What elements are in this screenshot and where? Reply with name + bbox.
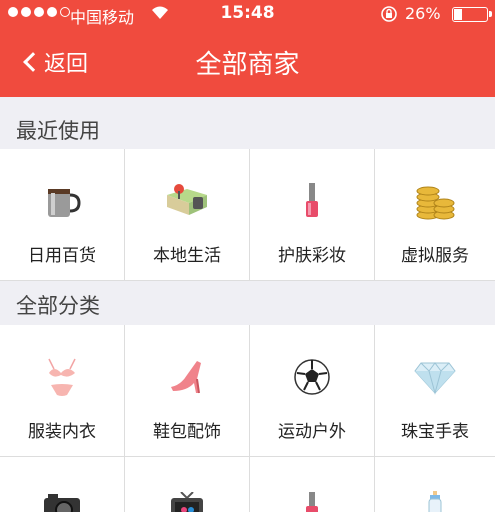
rotation-lock-icon xyxy=(380,5,398,27)
category-item-baby[interactable] xyxy=(375,457,495,512)
section-label-all: 全部分类 xyxy=(16,294,100,318)
tv-icon xyxy=(125,485,249,512)
category-label: 鞋包配饰 xyxy=(153,422,221,442)
high-heel-icon xyxy=(125,355,249,399)
category-item-jewelry-watches[interactable]: 珠宝手表 xyxy=(375,325,495,457)
category-item-sports-outdoor[interactable]: 运动户外 xyxy=(250,325,375,457)
camera-icon xyxy=(0,485,124,512)
coins-icon xyxy=(375,179,495,223)
category-item-tv[interactable] xyxy=(125,457,250,512)
category-label: 运动户外 xyxy=(278,422,346,442)
page-title: 全部商家 xyxy=(195,50,300,80)
category-item-skincare[interactable]: 护肤彩妆 xyxy=(250,149,375,281)
category-item-cosmetics[interactable] xyxy=(250,457,375,512)
category-item-virtual-services[interactable]: 虚拟服务 xyxy=(375,149,495,281)
lingerie-icon xyxy=(0,355,124,399)
category-item-daily-goods[interactable]: 日用百货 xyxy=(0,149,125,281)
mug-icon xyxy=(0,179,124,223)
section-label-recent: 最近使用 xyxy=(16,119,100,143)
nail-polish-icon xyxy=(250,179,374,223)
all-categories-grid: 服装内衣 鞋包配饰 运动户外 珠宝手表 xyxy=(0,325,495,512)
battery-percent: 26% xyxy=(405,4,441,23)
category-label: 服装内衣 xyxy=(28,422,96,442)
status-bar: 中国移动 15:48 26% xyxy=(0,0,495,28)
nail-polish-icon xyxy=(250,485,374,512)
category-item-clothing[interactable]: 服装内衣 xyxy=(0,325,125,457)
soccer-ball-icon xyxy=(250,355,374,399)
battery-icon xyxy=(452,7,492,22)
category-item-camera[interactable] xyxy=(0,457,125,512)
category-label: 珠宝手表 xyxy=(401,422,469,442)
category-label: 本地生活 xyxy=(153,246,221,266)
category-item-local-life[interactable]: 本地生活 xyxy=(125,149,250,281)
category-label: 护肤彩妆 xyxy=(278,246,346,266)
diamond-icon xyxy=(375,355,495,399)
category-item-shoes-bags[interactable]: 鞋包配饰 xyxy=(125,325,250,457)
recent-grid: 日用百货 本地生活 护肤彩妆 虚拟服务 xyxy=(0,149,495,281)
map-icon xyxy=(125,179,249,223)
baby-bottle-icon xyxy=(375,485,495,512)
category-label: 虚拟服务 xyxy=(401,246,469,266)
category-label: 日用百货 xyxy=(28,246,96,266)
header: 中国移动 15:48 26% 返回 全部商家 xyxy=(0,0,495,97)
